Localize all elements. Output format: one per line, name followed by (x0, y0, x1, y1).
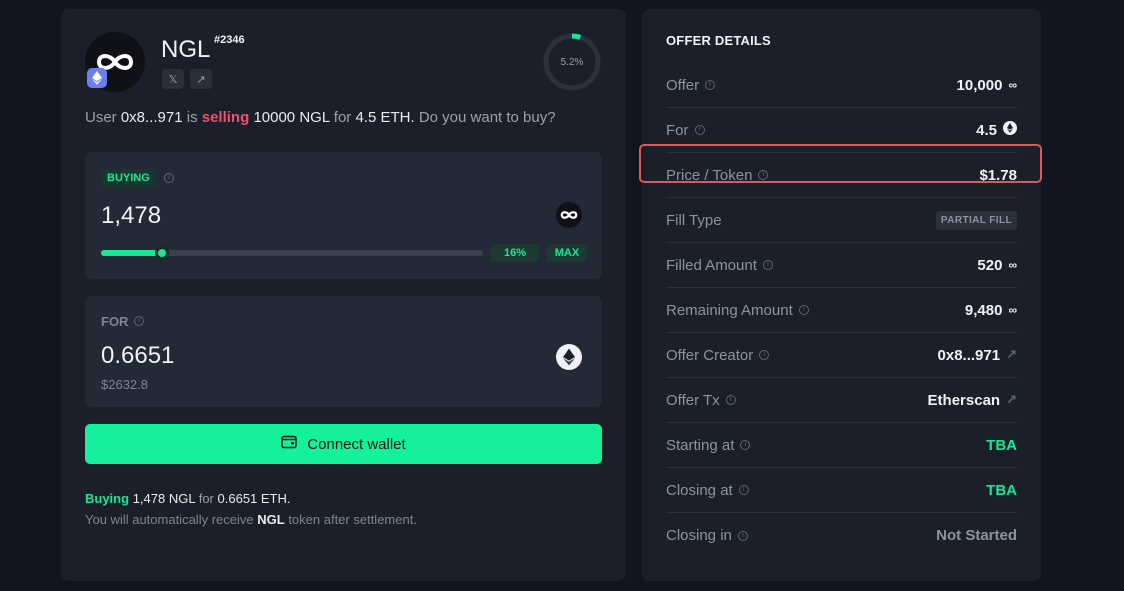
row-label: Offer Tx (666, 391, 720, 409)
row-value: TBA (986, 436, 1017, 454)
offer-summary: User 0x8...971 is selling 10000 NGL for … (85, 109, 556, 126)
arrow-up-right-icon: ↗ (1006, 347, 1017, 362)
footer-for: for (198, 491, 214, 506)
info-icon[interactable]: i (738, 485, 749, 495)
offer-details-card: OFFER DETAILS Offer i 10,000 ∞ For i 4.5 Pr… (639, 9, 1042, 581)
info-icon[interactable]: i (759, 350, 770, 360)
row-value: 0x8...971 (937, 346, 1001, 364)
note-suffix: token after settlement. (288, 512, 417, 527)
summary-selling: selling (201, 109, 250, 126)
for-usd-value: $2632.8 (101, 377, 148, 392)
footer-amount: 1,478 NGL (132, 491, 196, 506)
row-label: Fill Type (666, 211, 722, 229)
amount-slider[interactable] (101, 246, 483, 260)
offer-details-list: Offer i 10,000 ∞ For i 4.5 Price / Token i $… (639, 63, 1042, 558)
note-token: NGL (257, 512, 285, 527)
trade-card: NGL #2346 𝕏 ↗ 5.2% User 0x8...971 is sel… (61, 9, 626, 581)
row-closing-in: Closing in i Not Started (666, 513, 1017, 558)
token-id: #2346 (214, 34, 245, 46)
row-label: Closing in (666, 527, 732, 544)
infinity-icon (556, 202, 582, 228)
row-value: 520 (977, 256, 1003, 274)
summary-user-label: User (85, 109, 117, 126)
etherscan-link[interactable]: Etherscan ↗ (928, 392, 1017, 409)
row-value: 4.5 (976, 121, 997, 139)
slider-fill (101, 250, 163, 256)
progress-percent: 5.2% (560, 56, 584, 68)
offer-details-title: OFFER DETAILS (666, 33, 771, 48)
percent-field[interactable]: 16% (491, 244, 539, 262)
row-label: Offer Creator (666, 346, 754, 364)
row-label: Price / Token (666, 166, 753, 184)
infinity-icon: ∞ (1008, 303, 1017, 317)
x-icon[interactable]: 𝕏 (162, 69, 184, 89)
row-value: Etherscan (927, 391, 1001, 409)
footer-buying: Buying (85, 491, 130, 506)
ethereum-icon (556, 344, 582, 370)
row-fill-type: Fill Type PARTIAL FILL (666, 198, 1017, 243)
summary-for: for (333, 109, 352, 126)
note-prefix: You will automatically receive (85, 512, 254, 527)
ethereum-icon (87, 68, 107, 88)
token-name: NGL (161, 36, 211, 63)
row-filled-amount: Filled Amount i 520 ∞ (666, 243, 1017, 288)
buying-tag: BUYING (101, 169, 156, 187)
buying-panel: BUYING i 1,478 16% MAX (85, 152, 602, 279)
buying-summary: Buying 1,478 NGL for 0.6651 ETH. (85, 491, 291, 506)
row-price-per-token: Price / Token i $1.78 (639, 144, 1042, 198)
connect-wallet-button[interactable]: Connect wallet (85, 424, 602, 464)
info-icon[interactable]: i (798, 305, 809, 315)
row-remaining-amount: Remaining Amount i 9,480 ∞ (666, 288, 1017, 333)
row-offer: Offer i 10,000 ∞ (666, 63, 1017, 108)
summary-price: 4.5 ETH. (355, 109, 415, 126)
row-offer-creator: Offer Creator i 0x8...971 ↗ (666, 333, 1017, 378)
arrow-up-right-icon: ↗ (1006, 392, 1017, 407)
external-link-icon[interactable]: ↗ (190, 69, 212, 89)
row-value: Not Started (936, 527, 1017, 544)
footer-eth: 0.6651 ETH. (217, 491, 291, 506)
row-value: $1.78 (979, 166, 1017, 184)
for-label: FOR (101, 314, 129, 329)
info-icon[interactable]: i (725, 395, 736, 405)
summary-amount: 10000 NGL (253, 109, 330, 126)
token-logo (85, 32, 145, 92)
infinity-icon: ∞ (1008, 78, 1017, 92)
fill-type-badge: PARTIAL FILL (935, 210, 1017, 230)
row-value: 9,480 (964, 301, 1003, 319)
info-icon[interactable]: i (740, 440, 751, 450)
info-icon[interactable]: i (164, 173, 174, 183)
row-label: Starting at (666, 436, 735, 454)
row-closing-at: Closing at i TBA (666, 468, 1017, 513)
offer-creator-link[interactable]: 0x8...971 ↗ (938, 347, 1017, 364)
row-label: Remaining Amount (666, 301, 793, 319)
info-icon[interactable]: i (758, 170, 769, 180)
summary-is: is (186, 109, 198, 126)
connect-wallet-label: Connect wallet (307, 435, 406, 453)
ethereum-icon (1003, 121, 1017, 139)
row-value: 10,000 (956, 76, 1003, 94)
for-amount: 0.6651 (101, 342, 175, 369)
info-icon[interactable]: i (737, 530, 748, 541)
info-icon[interactable]: i (705, 80, 716, 90)
info-icon[interactable]: i (694, 125, 705, 135)
row-label: Filled Amount (666, 256, 757, 274)
row-value: TBA (986, 481, 1017, 499)
summary-question: Do you want to buy? (418, 109, 556, 126)
row-label: Closing at (666, 481, 733, 499)
for-panel: FOR i 0.6651 $2632.8 (85, 296, 602, 407)
row-for: For i 4.5 (666, 108, 1017, 153)
max-button[interactable]: MAX (547, 244, 587, 262)
wallet-icon (281, 435, 298, 453)
info-icon[interactable]: i (762, 260, 773, 270)
row-starting-at: Starting at i TBA (666, 423, 1017, 468)
settlement-note: You will automatically receive NGL token… (85, 512, 417, 527)
row-label: For (666, 121, 689, 139)
row-offer-tx: Offer Tx i Etherscan ↗ (666, 378, 1017, 423)
summary-address: 0x8...971 (120, 109, 183, 126)
row-label: Offer (666, 76, 700, 94)
slider-handle[interactable] (155, 246, 170, 260)
infinity-icon: ∞ (1008, 258, 1017, 272)
buying-amount-input[interactable]: 1,478 (101, 202, 161, 230)
info-icon[interactable]: i (134, 316, 144, 326)
